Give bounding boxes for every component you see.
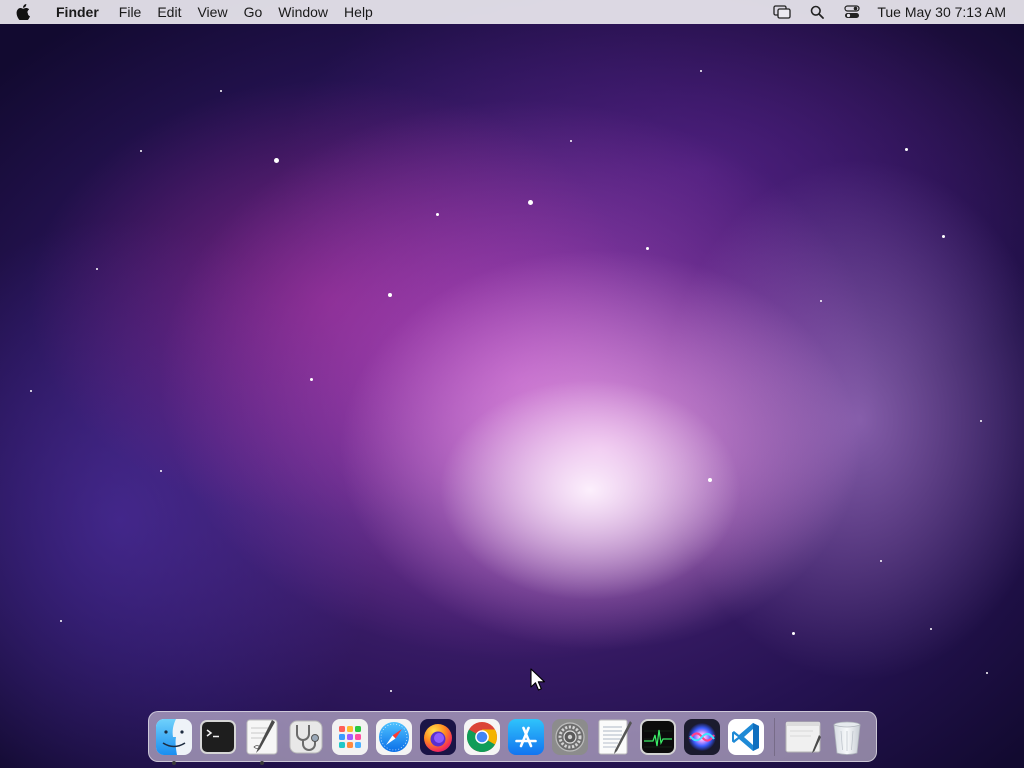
star (792, 632, 795, 635)
running-indicator (260, 760, 264, 765)
vscode-icon (728, 718, 764, 755)
system-information-icon (289, 720, 323, 753)
dock-launchpad[interactable] (330, 717, 370, 757)
star (60, 620, 62, 622)
star (220, 90, 222, 92)
dock-script-editor[interactable] (242, 717, 282, 765)
menu-status-area: Tue May 30 7:13 AM (756, 0, 1024, 24)
star (980, 420, 982, 422)
star (30, 390, 32, 392)
menu-bar: Finder File Edit View Go Window Help Tue… (0, 0, 1024, 24)
star (140, 150, 142, 152)
dock-activity-monitor[interactable] (638, 717, 678, 757)
safari-icon (376, 718, 412, 755)
menu-clock[interactable]: Tue May 30 7:13 AM (877, 4, 1006, 20)
star (96, 268, 98, 270)
menu-window[interactable]: Window (270, 0, 336, 24)
star (310, 378, 313, 381)
dock-documents-stack[interactable] (783, 717, 823, 757)
dock-textedit[interactable] (594, 717, 634, 757)
mouse-pointer-icon (530, 668, 546, 691)
star (528, 200, 533, 205)
dock (148, 711, 877, 765)
menu-file[interactable]: File (111, 0, 150, 24)
star (388, 293, 392, 297)
activity-monitor-icon (640, 718, 676, 755)
running-indicator (172, 760, 176, 765)
star (820, 300, 822, 302)
dock-system-preferences[interactable] (550, 717, 590, 757)
star (708, 478, 712, 482)
launchpad-icon (332, 718, 368, 755)
menu-help[interactable]: Help (336, 0, 381, 24)
script-editor-icon (246, 719, 278, 754)
system-preferences-icon (552, 718, 588, 755)
star (880, 560, 882, 562)
dock-safari[interactable] (374, 717, 414, 757)
star (160, 470, 162, 472)
dock-terminal[interactable] (198, 717, 238, 757)
dock-chrome[interactable] (462, 717, 502, 757)
siri-icon (684, 718, 720, 755)
dock-siri[interactable] (682, 717, 722, 757)
finder-icon (156, 718, 192, 755)
trash-icon (833, 721, 861, 755)
star (986, 672, 988, 674)
menu-edit[interactable]: Edit (149, 0, 189, 24)
dock-trash[interactable] (827, 717, 867, 757)
dock-app-store[interactable] (506, 717, 546, 757)
star (390, 690, 392, 692)
spotlight-search-icon[interactable] (808, 4, 826, 20)
chrome-icon (464, 718, 500, 755)
terminal-icon (200, 719, 236, 754)
star (930, 628, 932, 630)
menu-go[interactable]: Go (236, 0, 271, 24)
desktop-wallpaper (0, 0, 1024, 768)
menu-app-name[interactable]: Finder (48, 0, 107, 24)
star (942, 235, 945, 238)
star (905, 148, 908, 151)
document-stack-icon (785, 721, 821, 753)
star (436, 213, 439, 216)
screen-mirroring-icon[interactable] (773, 4, 791, 20)
star (646, 247, 649, 250)
menu-view[interactable]: View (189, 0, 235, 24)
app-store-icon (508, 718, 544, 755)
star (700, 70, 702, 72)
firefox-icon (420, 718, 456, 755)
apple-menu-icon[interactable] (16, 4, 40, 20)
textedit-icon (598, 719, 632, 754)
dock-finder[interactable] (154, 717, 194, 765)
dock-separator (774, 717, 775, 756)
control-center-icon[interactable] (843, 4, 861, 20)
star (274, 158, 279, 163)
dock-vscode[interactable] (726, 717, 766, 757)
dock-firefox[interactable] (418, 717, 458, 757)
star (570, 140, 572, 142)
dock-system-information[interactable] (286, 717, 326, 757)
